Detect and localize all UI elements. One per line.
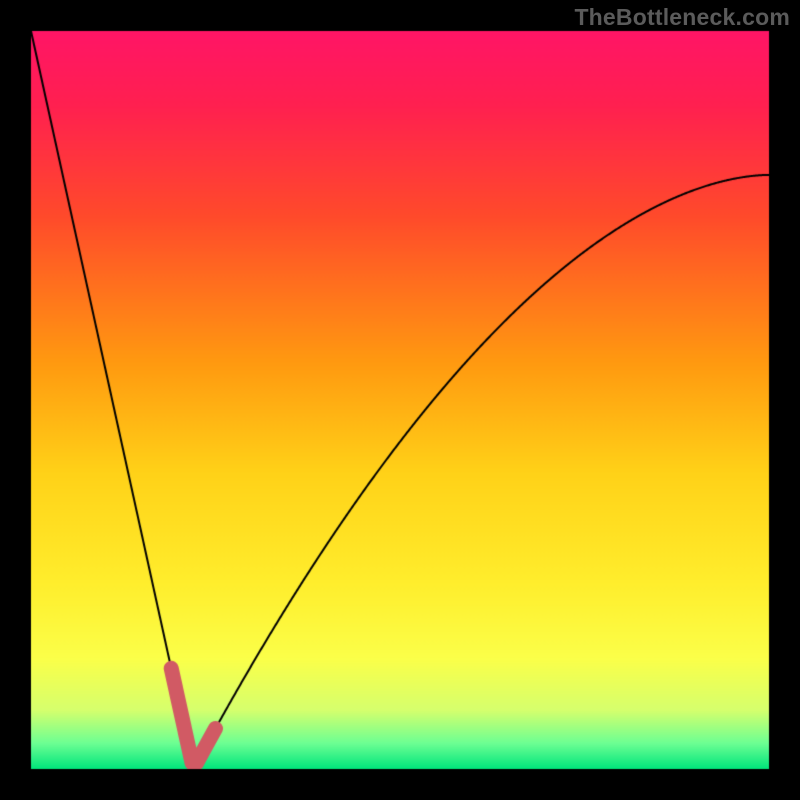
bottleneck-chart-canvas: [0, 0, 800, 800]
watermark-text: TheBottleneck.com: [574, 4, 790, 31]
chart-stage: TheBottleneck.com: [0, 0, 800, 800]
